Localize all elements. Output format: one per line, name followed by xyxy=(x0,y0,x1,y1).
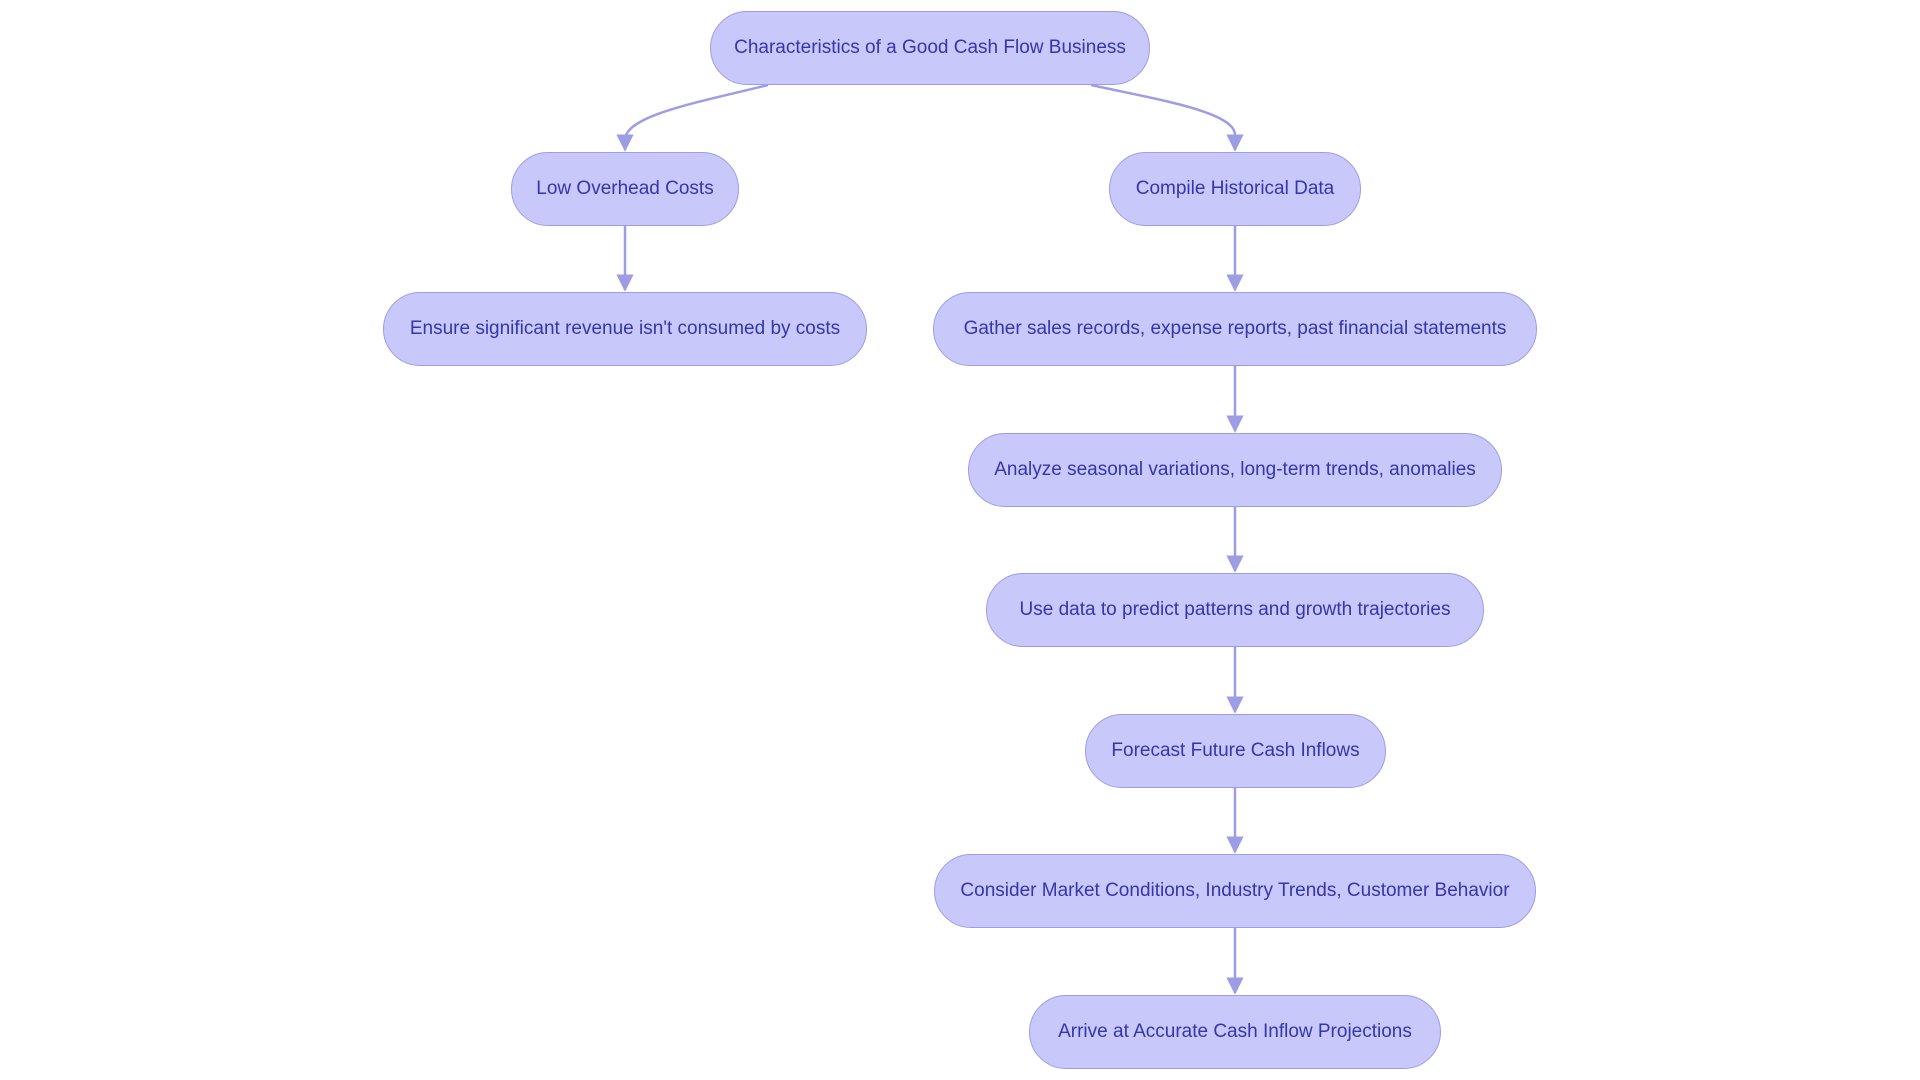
node-consider: Consider Market Conditions, Industry Tre… xyxy=(934,854,1536,928)
node-label: Characteristics of a Good Cash Flow Busi… xyxy=(734,37,1126,58)
node-root: Characteristics of a Good Cash Flow Busi… xyxy=(710,11,1150,85)
node-compile-data: Compile Historical Data xyxy=(1109,152,1361,226)
node-ensure-revenue: Ensure significant revenue isn't consume… xyxy=(383,292,867,366)
node-gather-records: Gather sales records, expense reports, p… xyxy=(933,292,1537,366)
node-label: Gather sales records, expense reports, p… xyxy=(963,318,1507,339)
node-label: Analyze seasonal variations, long-term t… xyxy=(994,459,1476,480)
node-forecast: Forecast Future Cash Inflows xyxy=(1085,714,1386,788)
node-label: Arrive at Accurate Cash Inflow Projectio… xyxy=(1058,1021,1412,1042)
node-low-overhead: Low Overhead Costs xyxy=(511,152,739,226)
node-label: Use data to predict patterns and growth … xyxy=(1019,599,1451,620)
node-label: Consider Market Conditions, Industry Tre… xyxy=(960,880,1510,901)
node-label: Forecast Future Cash Inflows xyxy=(1111,740,1360,761)
edge-root-to-compile_data xyxy=(1090,83,1244,152)
node-analyze: Analyze seasonal variations, long-term t… xyxy=(968,433,1502,507)
node-label: Compile Historical Data xyxy=(1135,178,1335,199)
node-arrive: Arrive at Accurate Cash Inflow Projectio… xyxy=(1029,995,1441,1069)
node-label: Low Overhead Costs xyxy=(536,178,714,199)
node-predict: Use data to predict patterns and growth … xyxy=(986,573,1484,647)
node-label: Ensure significant revenue isn't consume… xyxy=(409,318,841,339)
edge-root-to-low_overhead xyxy=(616,83,769,152)
